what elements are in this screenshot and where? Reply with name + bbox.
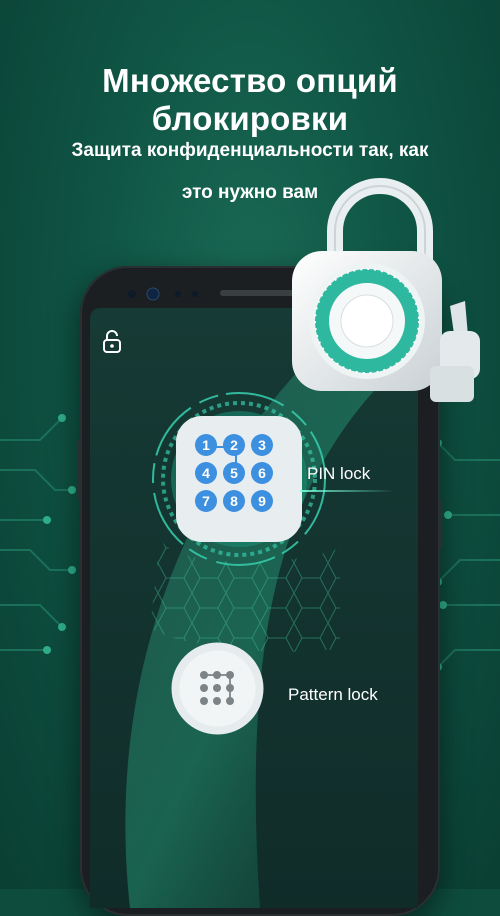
phone-side-button-right <box>438 500 442 550</box>
padlock-icon <box>292 178 480 402</box>
keypad-key[interactable]: 2 <box>223 434 245 456</box>
pattern-lock-label[interactable]: Pattern lock <box>288 685 378 705</box>
keypad-key[interactable]: 9 <box>251 490 273 512</box>
phone-side-button <box>78 440 82 500</box>
unlock-icon[interactable] <box>101 330 123 354</box>
pattern-lock-option[interactable] <box>170 641 265 736</box>
keypad-key[interactable]: 7 <box>195 490 217 512</box>
keypad-key[interactable]: 3 <box>251 434 273 456</box>
keypad-key[interactable]: 5 <box>223 462 245 484</box>
page-title: Множество опций блокировки <box>102 62 398 137</box>
keypad-key[interactable]: 6 <box>251 462 273 484</box>
keypad-key[interactable]: 4 <box>195 462 217 484</box>
pin-lock-option[interactable]: 123 456 789 <box>150 390 328 568</box>
pin-lock-label[interactable]: PIN lock <box>307 464 370 484</box>
pin-label-underline <box>300 490 395 492</box>
keypad-key[interactable]: 8 <box>223 490 245 512</box>
keypad-key[interactable]: 1 <box>195 434 217 456</box>
pattern-icon <box>171 642 264 735</box>
keypad-grid: 123 456 789 <box>195 434 285 524</box>
subtitle-line-1: Защита конфиденциальности так, как <box>71 140 429 161</box>
